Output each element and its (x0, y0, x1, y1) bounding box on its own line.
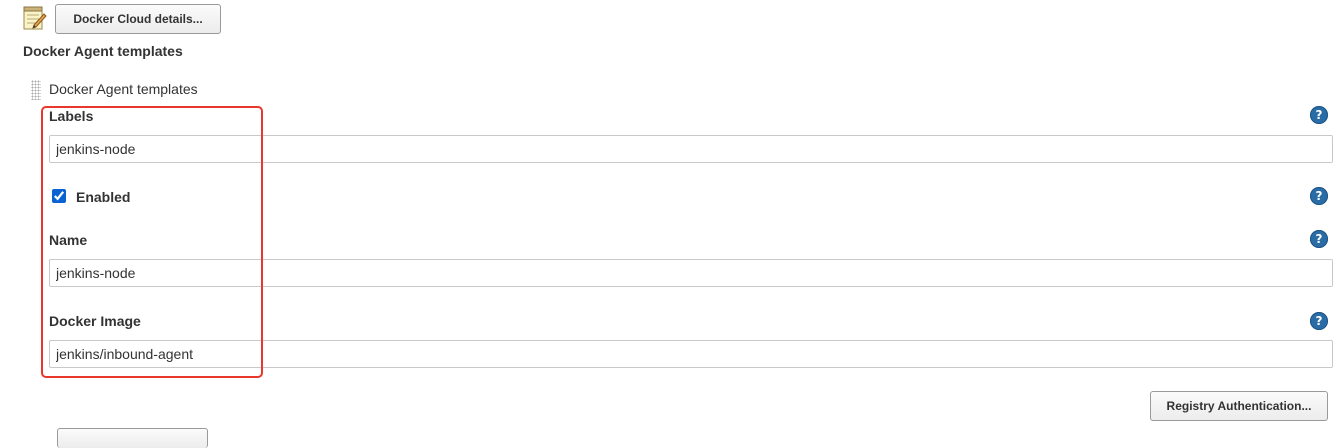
labels-help-icon[interactable]: ? (1310, 106, 1328, 124)
notepad-icon (22, 5, 48, 31)
labels-label: Labels (49, 108, 94, 124)
docker-image-label: Docker Image (49, 313, 141, 329)
enabled-checkbox[interactable] (52, 189, 66, 203)
name-input[interactable] (49, 259, 1333, 287)
docker-image-help-icon[interactable]: ? (1310, 312, 1328, 330)
docker-cloud-details-button[interactable]: Docker Cloud details... (55, 4, 221, 34)
template-header: Docker Agent templates (49, 81, 198, 97)
section-title: Docker Agent templates (23, 43, 183, 59)
enabled-help-icon[interactable]: ? (1310, 187, 1328, 205)
partial-button[interactable] (57, 428, 208, 448)
enabled-label[interactable]: Enabled (76, 189, 130, 205)
registry-authentication-button[interactable]: Registry Authentication... (1150, 391, 1328, 421)
docker-image-input[interactable] (49, 340, 1333, 368)
drag-handle-icon[interactable] (31, 80, 41, 100)
labels-input[interactable] (49, 135, 1333, 163)
name-help-icon[interactable]: ? (1310, 230, 1328, 248)
name-label: Name (49, 232, 88, 248)
